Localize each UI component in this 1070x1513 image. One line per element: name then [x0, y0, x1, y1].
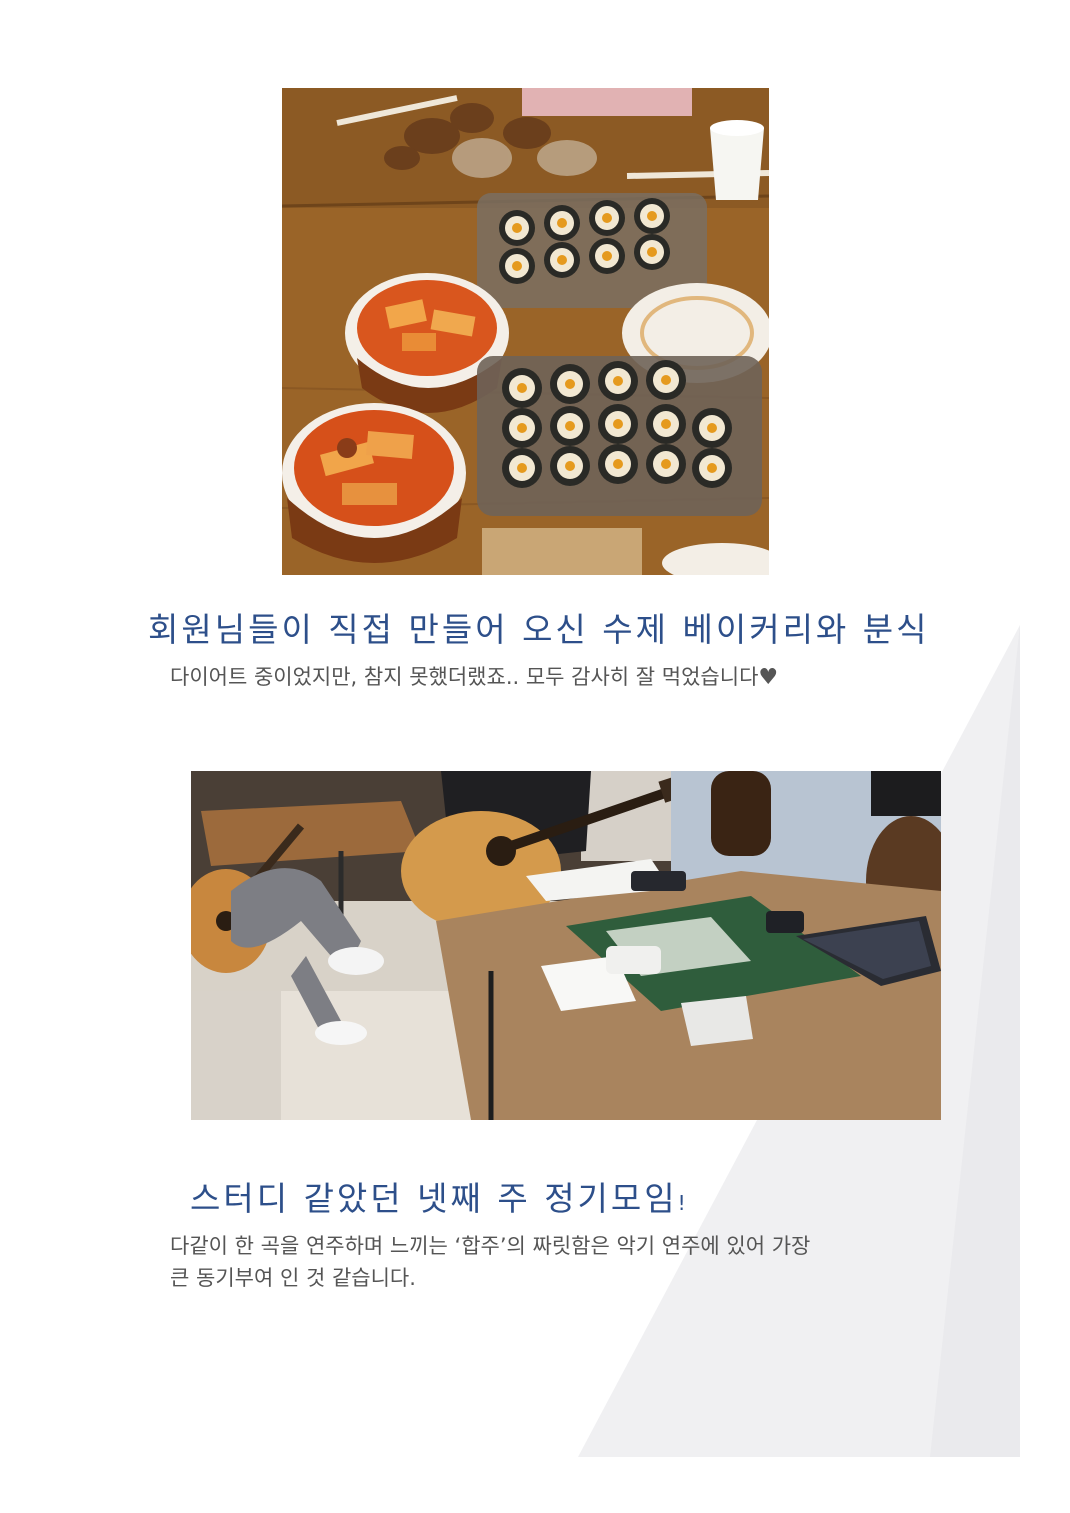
section1-title: 회원님들이 직접 만들어 오신 수제 베이커리와 분식: [148, 610, 930, 649]
heart-icon: ♥: [758, 665, 779, 690]
section2-title: 스터디 같았던 넷째 주 정기모임!: [190, 1172, 686, 1220]
music-meeting-photo: [191, 771, 941, 1120]
section2-description-line1: 다같이 한 곡을 연주하며 느끼는 ‘합주’의 짜릿함은 악기 연주에 있어 가…: [170, 1234, 811, 1258]
section1-description: 다이어트 중이었지만, 참지 못했더랬죠.. 모두 감사히 잘 먹었습니다♥: [170, 661, 778, 694]
section2-title-suffix: !: [677, 1191, 686, 1215]
section2-description-line2: 큰 동기부여 인 것 같습니다.: [170, 1266, 416, 1290]
section2-description: 다같이 한 곡을 연주하며 느끼는 ‘합주’의 짜릿함은 악기 연주에 있어 가…: [170, 1230, 810, 1294]
section2-title-text: 스터디 같았던 넷째 주 정기모임: [190, 1179, 678, 1218]
food-photo: [282, 88, 769, 575]
section1-description-text: 다이어트 중이었지만, 참지 못했더랬죠.. 모두 감사히 잘 먹었습니다: [170, 665, 759, 689]
